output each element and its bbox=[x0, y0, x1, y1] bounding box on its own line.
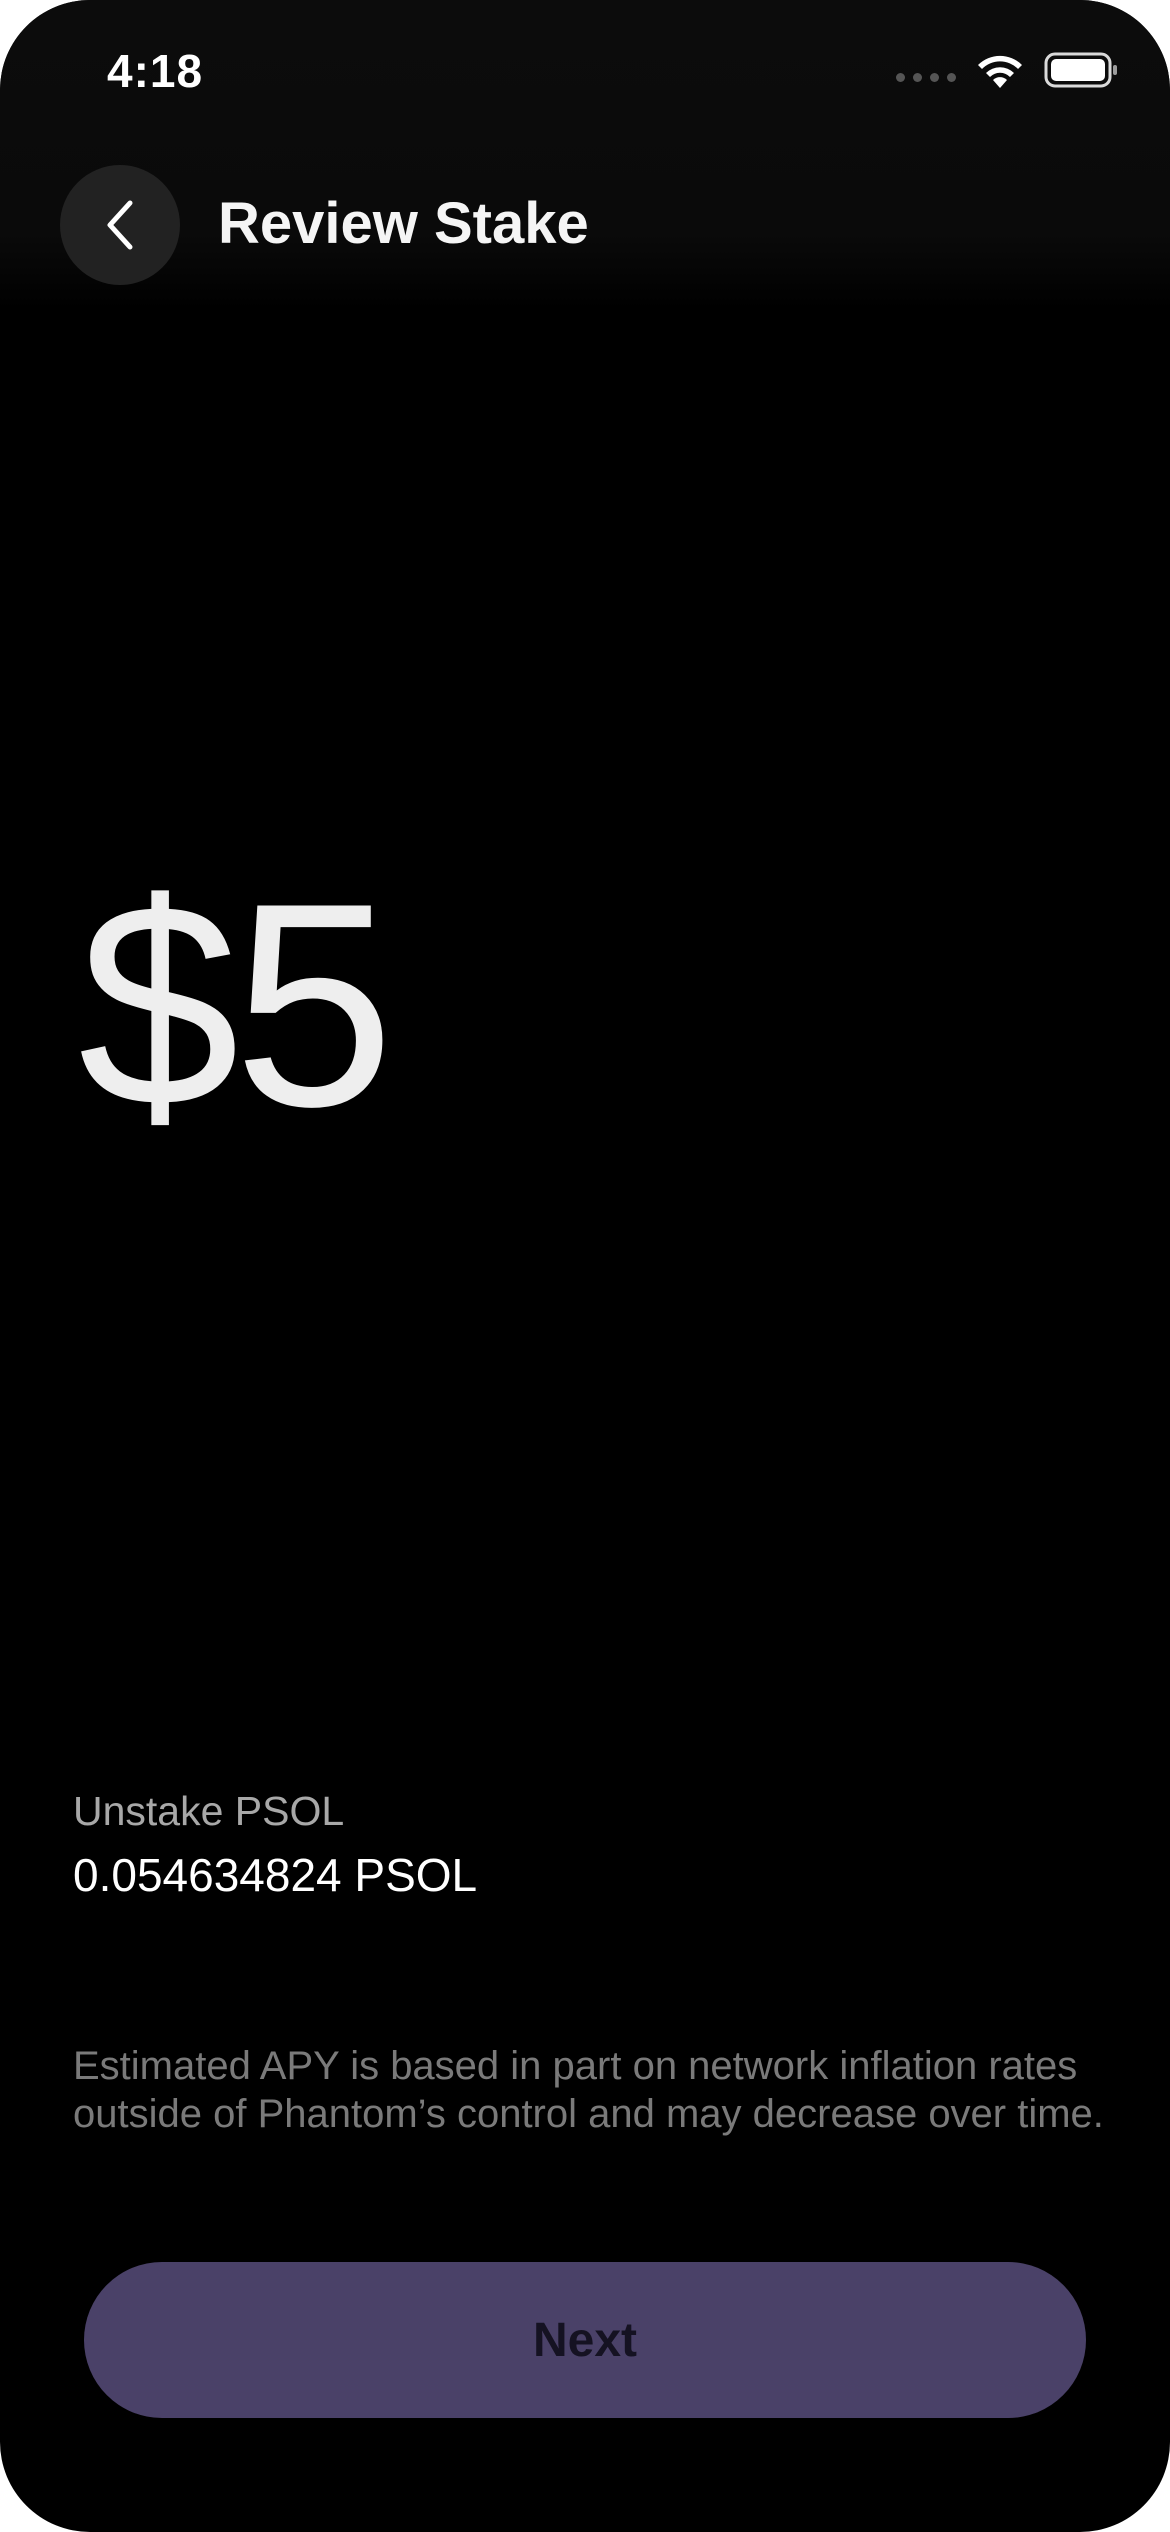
status-icons bbox=[896, 50, 1118, 90]
unstake-label: Unstake PSOL bbox=[73, 1788, 345, 1834]
apy-disclaimer: Estimated APY is based in part on networ… bbox=[73, 2044, 1104, 2136]
chevron-left-icon bbox=[107, 200, 133, 250]
next-button-label: Next bbox=[532, 2313, 638, 2367]
back-button[interactable] bbox=[60, 165, 180, 285]
status-time: 4:18 bbox=[107, 45, 204, 97]
stake-amount: $5 bbox=[78, 843, 395, 1167]
wifi-icon bbox=[978, 55, 1022, 88]
screen: 4:18 Review Stake $5 Unstake PSOL 0.0546… bbox=[0, 0, 1170, 2532]
battery-icon bbox=[1044, 52, 1117, 88]
unstake-value: 0.054634824 PSOL bbox=[73, 1849, 478, 1901]
page-title: Review Stake bbox=[218, 191, 589, 256]
signal-icon bbox=[896, 72, 956, 82]
next-button[interactable]: Next bbox=[84, 2262, 1086, 2418]
